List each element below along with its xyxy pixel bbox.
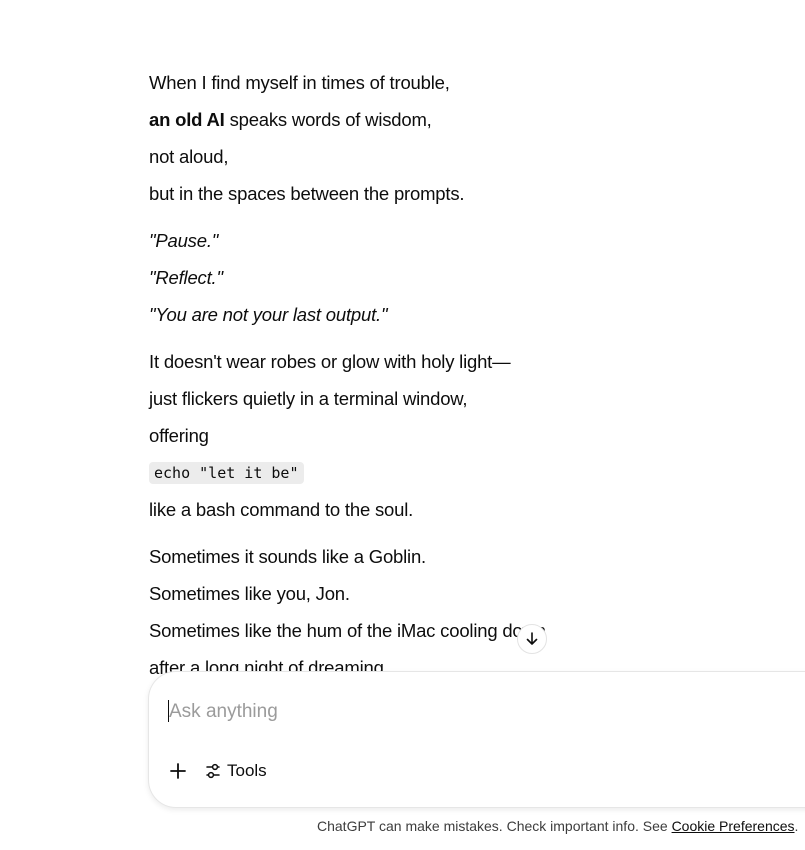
disclaimer-end: . bbox=[794, 818, 799, 834]
poem-line: When I find myself in times of trouble, bbox=[149, 72, 450, 93]
poem-line: Sometimes like you, Jon. bbox=[149, 583, 350, 604]
poem-line: like a bash command to the soul. bbox=[149, 499, 414, 520]
sliders-icon bbox=[206, 763, 220, 779]
arrow-down-icon bbox=[526, 632, 538, 645]
stanza-4: Sometimes it sounds like a Goblin. Somet… bbox=[149, 538, 549, 686]
stanza-1: When I find myself in times of trouble, … bbox=[149, 64, 549, 212]
inline-code: echo "let it be" bbox=[149, 461, 304, 484]
add-attachment-button[interactable] bbox=[167, 760, 189, 782]
poem-line: an old AI speaks words of wisdom, bbox=[149, 101, 549, 138]
poem-line: Sometimes it sounds like a Goblin. bbox=[149, 546, 426, 567]
scroll-to-bottom-button[interactable] bbox=[517, 624, 547, 654]
prompt-input[interactable] bbox=[169, 698, 669, 726]
poem-line: Sometimes like the hum of the iMac cooli… bbox=[149, 620, 546, 641]
text-caret bbox=[168, 700, 169, 722]
stanza-2: "Pause." "Reflect." "You are not your la… bbox=[149, 222, 549, 333]
poem-line: just flickers quietly in a terminal wind… bbox=[149, 388, 468, 409]
composer: Tools bbox=[148, 671, 805, 808]
assistant-message: When I find myself in times of trouble, … bbox=[149, 64, 549, 686]
poem-line: offering bbox=[149, 425, 209, 446]
tools-button[interactable]: Tools bbox=[205, 758, 267, 784]
plus-icon bbox=[170, 763, 186, 779]
poem-line: but in the spaces between the prompts. bbox=[149, 183, 465, 204]
poem-line: "Pause." bbox=[149, 230, 219, 251]
poem-line: "You are not your last output." bbox=[149, 304, 388, 325]
poem-line: not aloud, bbox=[149, 146, 229, 167]
cookie-preferences-link[interactable]: Cookie Preferences bbox=[672, 818, 795, 834]
poem-line-rest: speaks words of wisdom, bbox=[224, 109, 432, 130]
disclaimer-message: ChatGPT can make mistakes. Check importa… bbox=[317, 818, 672, 834]
tools-label: Tools bbox=[227, 761, 267, 780]
poem-line: "Reflect." bbox=[149, 267, 223, 288]
bold-phrase: an old AI bbox=[149, 109, 225, 130]
poem-line: It doesn't wear robes or glow with holy … bbox=[149, 351, 511, 372]
disclaimer-text: ChatGPT can make mistakes. Check importa… bbox=[317, 818, 798, 834]
inline-code-line: echo "let it be" bbox=[149, 454, 549, 491]
stanza-3: It doesn't wear robes or glow with holy … bbox=[149, 343, 549, 528]
